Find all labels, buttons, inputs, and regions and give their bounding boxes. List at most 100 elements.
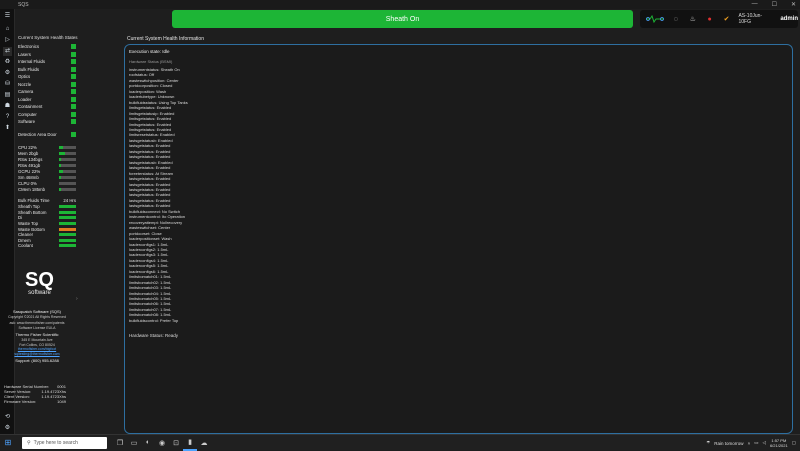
fluid-level-bar (59, 222, 76, 226)
fluid-row: Coolant (18, 243, 76, 249)
status-ok-indicator (71, 96, 76, 102)
file-explorer-icon[interactable]: ▭ (127, 435, 141, 451)
sheath-status-banner: Sheath On (172, 10, 633, 28)
header-toolbar: ◌ ♨ ● ✔ AS-10Jun-10FG admin (640, 10, 798, 28)
photos-icon[interactable]: ☁ (197, 435, 211, 451)
resource-label: CLPU 0% (18, 180, 37, 186)
status-ok-indicator (71, 132, 76, 138)
status-ok-indicator (71, 119, 76, 125)
home-icon[interactable]: ⌂ (3, 25, 12, 34)
resource-bar (59, 175, 76, 179)
fluid-label: Di (18, 215, 23, 221)
weather-icon: ☂ (706, 440, 711, 445)
windows-taskbar: ⊞ ⚲ Type here to search ❐ ▭ ◐ ◉ ⊡ ▮ ☁ ☂ … (0, 434, 800, 451)
recycle-icon[interactable]: ♻ (3, 58, 12, 67)
drop-icon[interactable]: ◌ (670, 13, 682, 25)
nav-rail: ☰ ⌂ ▷ ⇄ ♻ ⚙ ⛁ ▤ ☗ ? ⬆ ⟲ ⚙ (0, 9, 15, 434)
system-tray: ☂ Rain tomorrow ˄ ▭ ◁ 1:57 PM 6/21/2021 … (706, 435, 796, 451)
resource-usage-list: CPU 22% Mem 2bgb RSw 134bgs RSw 491gb GCPU 2… (18, 144, 76, 192)
resource-label: CPU 22% (18, 144, 37, 150)
status-ok-indicator (71, 74, 76, 80)
gear-icon[interactable]: ⚙ (3, 69, 12, 78)
volume-icon[interactable]: ◁ (762, 440, 765, 446)
fluid-label: Cleaner (18, 232, 34, 238)
help-icon[interactable]: ? (3, 113, 12, 122)
version-info: Hardware Serial Number: 0001 Server Versi… (4, 384, 66, 404)
edge-icon[interactable]: ◐ (141, 435, 155, 451)
notifications-icon[interactable]: ▢ (792, 440, 796, 446)
hardware-ready-status: Hardware Status: Ready (129, 333, 179, 338)
taskbar-search-input[interactable]: ⚲ Type here to search (22, 436, 107, 449)
fluid-label: Waste Bottom (18, 226, 45, 232)
windows-start-icon[interactable]: ⊞ (2, 435, 14, 451)
resource-bar (59, 169, 76, 173)
fluid-level-bar (59, 210, 76, 214)
alert-drop-icon[interactable]: ● (704, 13, 716, 25)
fluid-level-bar (59, 216, 76, 220)
status-ok-indicator (71, 111, 76, 117)
menu-icon[interactable]: ☰ (3, 12, 12, 21)
system-row: Bulk Fluids (18, 66, 76, 74)
status-ok-indicator (71, 66, 76, 72)
system-row: Containment (18, 103, 76, 111)
chrome-icon[interactable]: ◉ (155, 435, 169, 451)
transfer-icon[interactable]: ⇄ (3, 47, 12, 56)
fluid-level-bar (59, 227, 76, 231)
fluid-level-bar (59, 238, 76, 242)
system-row: Electronics (18, 43, 76, 51)
resource-label: RSw 491gb (18, 162, 41, 168)
system-row: Software (18, 118, 76, 126)
status-ok-indicator (71, 81, 76, 87)
bulk-fluids-time-value: 24 Hrs (63, 198, 76, 204)
fluid-label: Sheath Bottom (18, 209, 47, 215)
settings-icon[interactable]: ⚙ (3, 424, 12, 433)
system-row: Nozzle (18, 81, 76, 89)
fluid-level-bar (59, 244, 76, 248)
network-icon[interactable]: ▭ (754, 440, 758, 446)
close-button[interactable]: ✕ (791, 1, 796, 8)
user-name[interactable]: admin (780, 16, 798, 22)
system-row: Lasers (18, 51, 76, 59)
tray-arrow-icon[interactable]: ˄ (748, 441, 751, 446)
maximize-button[interactable]: ☐ (772, 1, 777, 8)
status-ok-indicator (71, 89, 76, 95)
fluid-label: Dmem (18, 237, 31, 243)
title-bar: SQS — ☐ ✕ (0, 0, 800, 9)
health-states-title: Current System Health States (18, 35, 78, 40)
status-ok-indicator (71, 51, 76, 57)
check-circle-icon[interactable]: ✔ (721, 13, 733, 25)
resource-label: CMem 185mb (18, 186, 45, 192)
taskbar-clock[interactable]: 1:57 PM 6/21/2021 (770, 438, 788, 448)
resource-bar (59, 157, 76, 161)
document-icon[interactable]: ▤ (3, 91, 12, 100)
resource-bar (59, 151, 76, 155)
waveform-icon[interactable] (645, 13, 665, 25)
sqs-app-icon[interactable]: ▮ (183, 435, 197, 451)
collapse-arrow-icon[interactable]: › (76, 296, 78, 302)
play-icon[interactable]: ▷ (3, 36, 12, 45)
resource-label: Sm 468mb (18, 174, 39, 180)
window-controls: — ☐ ✕ (752, 1, 796, 8)
system-row: Optics (18, 73, 76, 81)
database-icon[interactable]: ⛁ (3, 80, 12, 89)
fluid-level-bar (59, 205, 76, 209)
minimize-button[interactable]: — (752, 1, 758, 8)
system-row: Internal Fluids (18, 58, 76, 66)
page-title: Current System Health Information (127, 36, 204, 42)
fluid-label: Coolant (18, 243, 33, 249)
window-title: SQS (18, 2, 29, 8)
user-icon[interactable]: ☗ (3, 102, 12, 111)
refresh-icon[interactable]: ⟲ (3, 413, 12, 422)
execution-state: Execution state: Idle (129, 49, 170, 54)
company-info: Sasquatch Software (SQS) Copyright ©2021… (3, 309, 71, 364)
hardware-status-list: instrumentstatus: Sheath On roofstatus: O… (129, 67, 188, 323)
upload-icon[interactable]: ⬆ (3, 124, 12, 133)
status-line: bulkfluidscontrol: Prefer Top (129, 317, 179, 323)
task-view-icon[interactable]: ❐ (113, 435, 127, 451)
instrument-date: AS-10Jun-10FG (738, 13, 763, 25)
weather-text[interactable]: Rain tomorrow (714, 441, 743, 446)
email-link[interactable]: sqltesting@thermofisher.com (3, 352, 71, 357)
fluid-level-bar (59, 233, 76, 237)
store-icon[interactable]: ⊡ (169, 435, 183, 451)
flame-icon[interactable]: ♨ (687, 13, 699, 25)
